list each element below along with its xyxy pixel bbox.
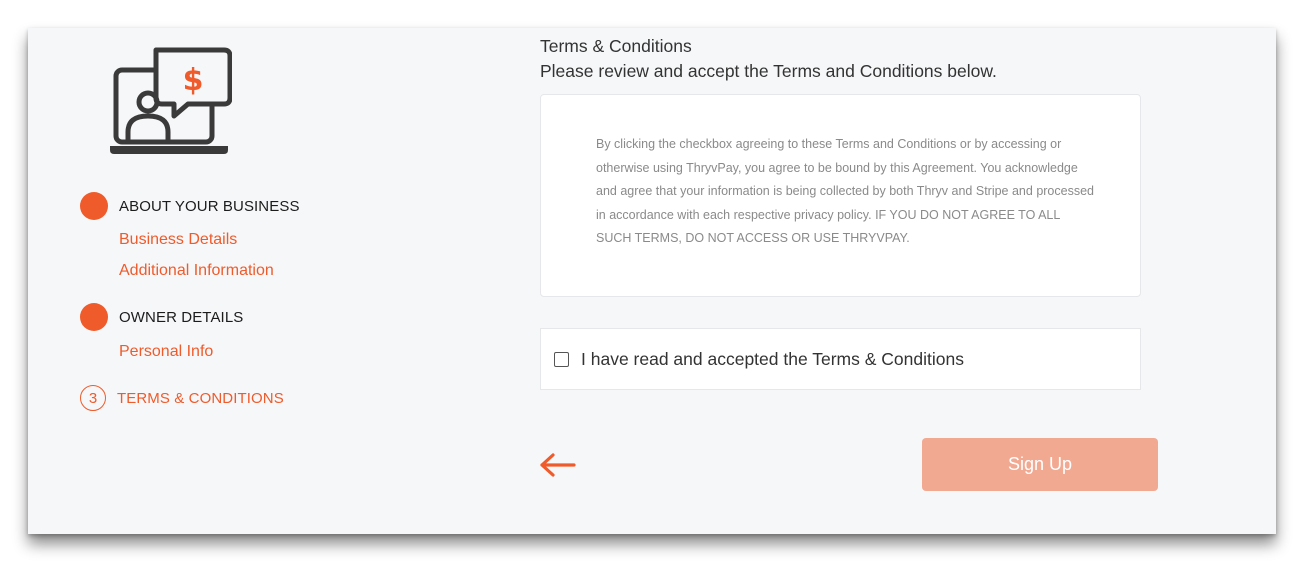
svg-text:$: $: [183, 63, 204, 98]
step-label: ABOUT YOUR BUSINESS: [119, 197, 300, 215]
additional-information-link[interactable]: Additional Information: [119, 262, 274, 280]
step-complete-dot: [80, 192, 108, 220]
signup-panel: $ ABOUT YOUR BUSINESS Business Details A…: [28, 28, 1276, 534]
step-about-business: ABOUT YOUR BUSINESS: [80, 192, 300, 220]
page-title: Terms & Conditions: [540, 36, 692, 56]
step-terms-conditions: 3 TERMS & CONDITIONS: [80, 385, 284, 411]
accept-terms-checkbox[interactable]: [554, 351, 569, 367]
laptop-user-dollar-chat-icon: $: [110, 47, 232, 154]
accept-terms-label[interactable]: I have read and accepted the Terms & Con…: [581, 349, 964, 370]
step-number-badge: 3: [80, 385, 106, 411]
step-owner-details: OWNER DETAILS: [80, 303, 243, 331]
terms-text: By clicking the checkbox agreeing to the…: [596, 137, 1094, 245]
step-label: OWNER DETAILS: [119, 308, 244, 326]
accept-terms-row[interactable]: I have read and accepted the Terms & Con…: [540, 328, 1141, 390]
terms-text-box[interactable]: By clicking the checkbox agreeing to the…: [540, 94, 1141, 297]
step-label: TERMS & CONDITIONS: [117, 389, 284, 407]
sign-up-button[interactable]: Sign Up: [922, 438, 1158, 491]
page-subtitle: Please review and accept the Terms and C…: [540, 61, 997, 81]
arrow-left-icon[interactable]: [538, 452, 576, 478]
personal-info-link[interactable]: Personal Info: [119, 343, 213, 361]
step-complete-dot: [80, 303, 108, 331]
business-details-link[interactable]: Business Details: [119, 231, 237, 249]
